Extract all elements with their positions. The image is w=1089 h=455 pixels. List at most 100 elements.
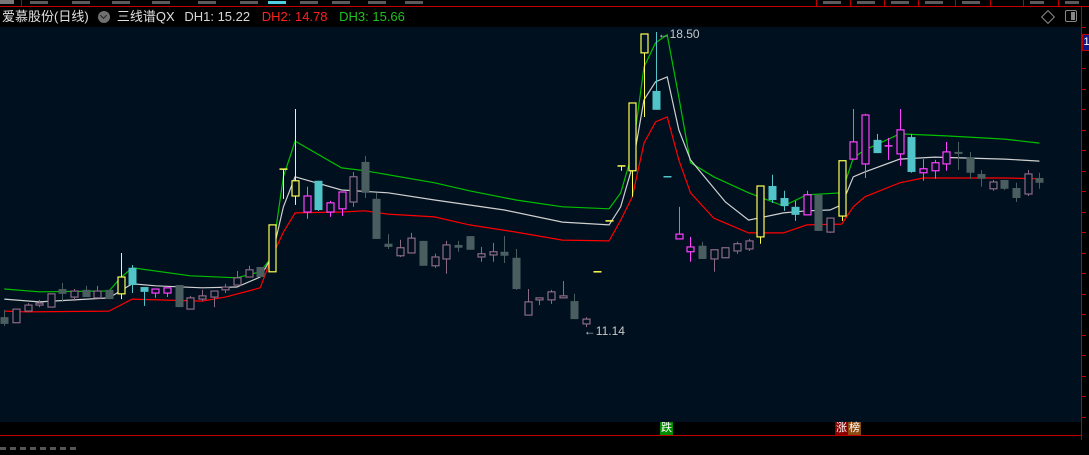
panel-toggle-icon[interactable] [1065,10,1077,22]
dh3-value: DH3: 15.66 [339,9,405,24]
candle-up [349,176,358,203]
tool-button[interactable] [857,1,875,4]
candle-down [977,173,986,179]
period-tab[interactable] [240,1,258,4]
candle-up [396,247,405,257]
candle-down [500,251,509,256]
tool-button[interactable] [962,1,980,4]
candle-up [756,185,765,238]
indicator-info-bar: 爱慕股份(日线) 三线谱QX DH1: 15.22 DH2: 14.78 DH3… [0,7,1081,27]
candlestick-chart[interactable]: ←18.50 ←11.14 [0,27,1081,422]
candle-up [803,194,812,216]
candle-up [931,162,940,172]
period-tab[interactable] [332,1,350,4]
candle-down [873,139,882,154]
axis-tick [1082,253,1086,254]
candle-down [966,157,975,173]
toolbar-divider [955,0,956,6]
tool-button[interactable] [1030,1,1044,4]
chevron-down-icon[interactable] [98,11,111,23]
candle-up [861,114,870,165]
chart-canvas [0,32,1044,328]
candle-up [675,233,684,240]
candle-up [686,246,695,253]
candle-down [384,243,393,247]
candle-down [1035,177,1044,183]
candle-down [466,236,475,250]
tool-button[interactable] [823,1,841,4]
axis-tick [1082,417,1086,418]
candle-up [221,286,230,291]
candle-up [24,304,33,312]
candle-up [93,290,102,299]
period-tab-active[interactable] [268,1,286,4]
tool-button[interactable] [1065,1,1079,4]
rank-tag[interactable]: 榜 [848,422,861,435]
candle-down [1012,187,1021,199]
candle-down [780,198,789,207]
candle-up [896,129,905,155]
candle-down [454,244,463,248]
dh2-value: DH2: 14.78 [261,9,328,24]
candle-down [652,90,661,110]
candle-up [233,277,242,286]
period-tab[interactable] [152,1,170,4]
candle-up [745,240,754,250]
indicator-name[interactable]: 三线谱QX [117,7,175,27]
period-tab[interactable] [112,1,130,4]
candle-up [210,290,219,298]
tool-button[interactable] [925,1,943,4]
candle-up [733,243,742,252]
axis-tick [1082,68,1086,69]
max-price-value: 18.50 [669,27,700,41]
candle-up [535,297,544,301]
toolbar-divider [1058,0,1059,6]
axis-tick [1082,89,1086,90]
candle-up [849,141,858,160]
candle-down [768,185,777,201]
toolbar-divider [21,0,22,6]
candle-down [954,151,963,154]
dh3-line [4,33,1040,293]
candle-up [338,191,347,210]
toolbar-divider [816,0,817,6]
toolbar-menu-button[interactable] [0,0,14,4]
period-tab[interactable] [72,1,90,4]
candle-down [256,266,265,278]
left-arrow-icon: ← [583,324,596,339]
period-tab[interactable] [368,1,386,4]
axis-tick [1082,273,1086,274]
candle-down [0,317,9,324]
period-tab[interactable] [30,1,48,4]
candle-up [47,293,56,308]
axis-tick [1082,232,1086,233]
candle-up [489,251,498,256]
candle-up [291,180,300,197]
rise-tag[interactable]: 涨 [835,422,848,435]
candle-down [907,137,916,172]
dh1-value: DH1: 15.22 [184,9,251,24]
period-tab[interactable] [405,1,423,4]
candle-down [512,257,521,290]
period-tab[interactable] [198,1,216,4]
candle-down [791,206,800,215]
candle-up [431,256,440,267]
candle-down [570,301,579,320]
axis-tick [1082,212,1086,213]
fall-tag[interactable]: 跌 [660,422,673,435]
candle-down [175,285,184,308]
toolbar-divider [990,0,991,6]
candle-up [1024,173,1033,195]
axis-tick [1082,335,1086,336]
signal-strip [0,422,1081,435]
period-tab[interactable] [300,1,318,4]
candle-up [303,195,312,213]
diamond-icon[interactable] [1040,9,1056,25]
tool-button[interactable] [891,1,909,4]
axis-tick [1082,376,1086,377]
candle-down [105,289,114,300]
candle-down [314,180,323,211]
left-arrow-icon: ← [657,27,670,41]
candle-up [186,297,195,310]
candle-up [524,301,533,316]
